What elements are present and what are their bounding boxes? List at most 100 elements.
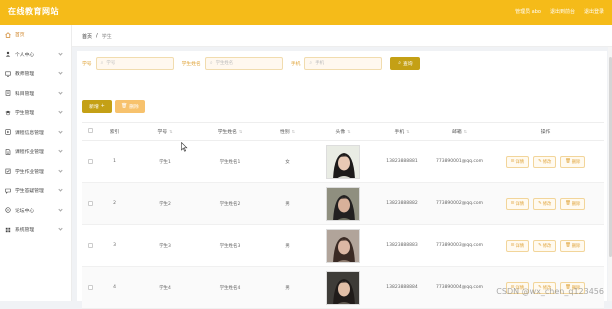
query-button[interactable]: ⌕ 查询	[390, 57, 420, 70]
vertical-scrollbar[interactable]	[608, 47, 612, 301]
edit-button[interactable]: ✎修改	[533, 156, 556, 168]
header-email[interactable]: 邮箱⇅	[432, 128, 487, 135]
edit-icon: ✎	[538, 243, 542, 248]
header-index: 索引	[98, 128, 131, 135]
cell-email: 773890004@qq.com	[432, 285, 487, 290]
header-gender-label: 性别	[280, 130, 290, 135]
op-label: 详情	[516, 243, 525, 249]
header-gender[interactable]: 性别⇅	[261, 128, 314, 135]
op-label: 删除	[572, 201, 581, 207]
search-icon: ⌕	[309, 60, 312, 66]
sidebar-item-student[interactable]: 学生管理	[0, 103, 71, 123]
chevron-down-icon	[58, 90, 62, 94]
search-bar: 学号 ⌕ 学号 学生姓名 ⌕ 学生姓名 手机 ⌕ 手机 ⌕ 查询	[82, 56, 420, 70]
cell-operations: ☰详情 ✎修改 🗑删除	[487, 156, 604, 168]
sidebar-item-settings[interactable]: 系统管理	[0, 220, 71, 240]
table-row[interactable]: 1学生1学生姓名1女13823888881773890001@qq.com☰详情…	[82, 141, 604, 183]
header-student-id[interactable]: 学号⇅	[131, 128, 199, 135]
sidebar-item-label: 课程信息管理	[15, 129, 44, 136]
header-index-label: 索引	[110, 130, 120, 135]
scrollbar-thumb[interactable]	[609, 57, 612, 257]
sidebar-item-homework[interactable]: 课程作业管理	[0, 142, 71, 162]
breadcrumb-home[interactable]: 首页	[82, 33, 92, 40]
trash-icon: 🗑	[121, 104, 127, 109]
student-name-search-input[interactable]: ⌕ 学生姓名	[205, 57, 283, 70]
admin-user-link[interactable]: 管理员 abo	[515, 8, 541, 15]
chevron-down-icon	[58, 168, 62, 172]
select-all-checkbox[interactable]	[88, 128, 93, 133]
row-delete-button[interactable]: 🗑删除	[560, 198, 585, 210]
add-button[interactable]: 新增 +	[82, 100, 112, 113]
action-buttons: 新增 + 🗑 删除	[82, 100, 145, 113]
header-operations: 操作	[487, 128, 604, 135]
settings-icon	[5, 227, 11, 233]
sidebar-item-forum[interactable]: 论坛中心	[0, 201, 71, 221]
delete-button-label: 删除	[129, 103, 139, 110]
phone-search-input[interactable]: ⌕ 手机	[304, 57, 382, 70]
sort-icon[interactable]: ⇅	[406, 129, 409, 134]
chevron-down-icon	[58, 226, 62, 230]
header-phone-label: 手机	[395, 130, 405, 135]
cell-student-id: 学生3	[131, 243, 199, 249]
table-row[interactable]: 3学生3学生姓名3男13823888883773890003@qq.com☰详情…	[82, 225, 604, 267]
sidebar-item-assignment[interactable]: 学生作业管理	[0, 162, 71, 182]
qa-icon	[5, 188, 11, 194]
row-checkbox[interactable]	[88, 201, 93, 206]
delete-button[interactable]: 🗑 删除	[115, 100, 145, 113]
search-label-phone: 手机	[291, 60, 301, 67]
user-icon	[5, 51, 11, 57]
edit-icon: ✎	[538, 159, 542, 164]
sort-icon[interactable]: ⇅	[464, 129, 467, 134]
search-label-student-name: 学生姓名	[182, 60, 201, 67]
avatar[interactable]	[326, 271, 360, 305]
detail-icon: ☰	[511, 243, 515, 248]
avatar[interactable]	[326, 187, 360, 221]
op-label: 删除	[572, 243, 581, 249]
sort-icon[interactable]: ⇅	[347, 129, 350, 134]
detail-button[interactable]: ☰详情	[506, 156, 529, 168]
row-checkbox[interactable]	[88, 285, 93, 290]
detail-icon: ☰	[511, 159, 515, 164]
sidebar-item-teacher[interactable]: 教师管理	[0, 64, 71, 84]
search-label-student-id: 学号	[82, 60, 92, 67]
homework-icon	[5, 149, 11, 155]
mouse-cursor-icon	[181, 142, 188, 152]
cell-index: 4	[98, 285, 131, 290]
header-phone[interactable]: 手机⇅	[372, 128, 432, 135]
edit-button[interactable]: ✎修改	[533, 198, 556, 210]
header-avatar[interactable]: 头像⇅	[314, 128, 372, 135]
student-id-search-input[interactable]: ⌕ 学号	[96, 57, 174, 70]
cell-avatar	[314, 271, 372, 305]
avatar[interactable]	[326, 145, 360, 179]
row-delete-button[interactable]: 🗑删除	[560, 240, 585, 252]
sort-icon[interactable]: ⇅	[239, 129, 242, 134]
sidebar-item-label: 学生作业管理	[15, 168, 44, 175]
search-icon: ⌕	[210, 60, 213, 66]
logout-link[interactable]: 退出登录	[584, 8, 604, 15]
sidebar-item-user[interactable]: 个人中心	[0, 45, 71, 65]
sidebar-item-course[interactable]: 课程信息管理	[0, 123, 71, 143]
row-checkbox[interactable]	[88, 243, 93, 248]
sidebar-item-label: 首页	[15, 31, 25, 38]
back-to-frontend-link[interactable]: 退出到前台	[550, 8, 575, 15]
detail-button[interactable]: ☰详情	[506, 240, 529, 252]
search-icon: ⌕	[101, 60, 104, 66]
sort-icon[interactable]: ⇅	[169, 129, 172, 134]
avatar[interactable]	[326, 229, 360, 263]
op-label: 修改	[543, 201, 552, 207]
detail-button[interactable]: ☰详情	[506, 198, 529, 210]
header-name[interactable]: 学生姓名⇅	[199, 128, 261, 135]
cell-email: 773890001@qq.com	[432, 159, 487, 164]
sidebar-item-book[interactable]: 科目管理	[0, 84, 71, 104]
sidebar-item-qa[interactable]: 学生答疑管理	[0, 181, 71, 201]
edit-button[interactable]: ✎修改	[533, 240, 556, 252]
table-row[interactable]: 2学生2学生姓名2男13823888882773890002@qq.com☰详情…	[82, 183, 604, 225]
sort-icon[interactable]: ⇅	[292, 129, 295, 134]
row-delete-button[interactable]: 🗑删除	[560, 156, 585, 168]
op-label: 详情	[516, 201, 525, 207]
sidebar-item-label: 学生答疑管理	[15, 187, 44, 194]
cell-name: 学生姓名4	[199, 285, 261, 291]
trash-icon: 🗑	[565, 201, 570, 206]
sidebar-item-home[interactable]: 首页	[0, 25, 71, 45]
row-checkbox[interactable]	[88, 159, 93, 164]
